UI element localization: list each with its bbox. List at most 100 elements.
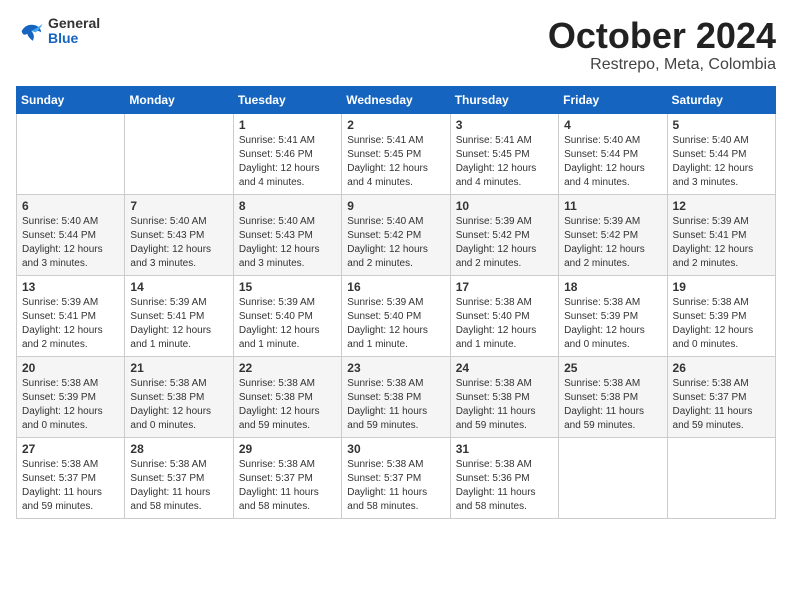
header-day-sunday: Sunday xyxy=(17,86,125,113)
day-number: 16 xyxy=(347,280,444,294)
day-content: Sunrise: 5:38 AM Sunset: 5:40 PM Dayligh… xyxy=(456,296,553,352)
day-content: Sunrise: 5:39 AM Sunset: 5:41 PM Dayligh… xyxy=(673,215,770,271)
day-number: 22 xyxy=(239,361,336,375)
calendar-cell: 13Sunrise: 5:39 AM Sunset: 5:41 PM Dayli… xyxy=(17,275,125,356)
day-number: 19 xyxy=(673,280,770,294)
day-content: Sunrise: 5:38 AM Sunset: 5:37 PM Dayligh… xyxy=(22,458,119,514)
day-number: 1 xyxy=(239,118,336,132)
day-number: 26 xyxy=(673,361,770,375)
calendar-cell: 23 Sunrise: 5:38 AM Sunset: 5:38 PM Dayli… xyxy=(342,356,450,437)
day-number: 7 xyxy=(130,199,227,213)
day-number: 21 xyxy=(130,361,227,375)
calendar-cell: 3 Sunrise: 5:41 AM Sunset: 5:45 PM Daylig… xyxy=(450,113,558,194)
day-content: Sunrise: 5:40 AM Sunset: 5:44 PM Dayligh… xyxy=(673,134,770,190)
day-number: 24 xyxy=(456,361,553,375)
day-content: Sunrise: 5:38 AM Sunset: 5:37 PM Dayligh… xyxy=(239,458,336,514)
day-content: Sunrise: 5:40 AM Sunset: 5:43 PM Dayligh… xyxy=(239,215,336,271)
calendar-cell: 19 Sunrise: 5:38 AM Sunset: 5:39 PM Dayli… xyxy=(667,275,775,356)
calendar-cell: 15 Sunrise: 5:39 AM Sunset: 5:40 PM Dayli… xyxy=(233,275,341,356)
calendar-cell: 4Sunrise: 5:40 AM Sunset: 5:44 PM Daylig… xyxy=(559,113,667,194)
calendar-cell: 1 Sunrise: 5:41 AM Sunset: 5:46 PM Daylig… xyxy=(233,113,341,194)
header-row: SundayMondayTuesdayWednesdayThursdayFrid… xyxy=(17,86,776,113)
day-content: Sunrise: 5:38 AM Sunset: 5:39 PM Dayligh… xyxy=(22,377,119,433)
calendar-cell: 7 Sunrise: 5:40 AM Sunset: 5:43 PM Daylig… xyxy=(125,194,233,275)
header-day-monday: Monday xyxy=(125,86,233,113)
calendar-cell: 12 Sunrise: 5:39 AM Sunset: 5:41 PM Dayli… xyxy=(667,194,775,275)
day-content: Sunrise: 5:38 AM Sunset: 5:38 PM Dayligh… xyxy=(239,377,336,433)
calendar-cell xyxy=(667,437,775,518)
day-content: Sunrise: 5:38 AM Sunset: 5:36 PM Dayligh… xyxy=(456,458,553,514)
calendar-cell: 5 Sunrise: 5:40 AM Sunset: 5:44 PM Daylig… xyxy=(667,113,775,194)
day-number: 23 xyxy=(347,361,444,375)
calendar-cell xyxy=(559,437,667,518)
week-row-1: 1 Sunrise: 5:41 AM Sunset: 5:46 PM Daylig… xyxy=(17,113,776,194)
day-number: 9 xyxy=(347,199,444,213)
day-content: Sunrise: 5:38 AM Sunset: 5:37 PM Dayligh… xyxy=(347,458,444,514)
day-number: 6 xyxy=(22,199,119,213)
header-day-tuesday: Tuesday xyxy=(233,86,341,113)
day-number: 8 xyxy=(239,199,336,213)
week-row-2: 6 Sunrise: 5:40 AM Sunset: 5:44 PM Daylig… xyxy=(17,194,776,275)
calendar-header: SundayMondayTuesdayWednesdayThursdayFrid… xyxy=(17,86,776,113)
day-content: Sunrise: 5:40 AM Sunset: 5:43 PM Dayligh… xyxy=(130,215,227,271)
calendar-cell: 17 Sunrise: 5:38 AM Sunset: 5:40 PM Dayli… xyxy=(450,275,558,356)
day-number: 13 xyxy=(22,280,119,294)
logo: General Blue xyxy=(16,16,100,47)
calendar-cell: 11 Sunrise: 5:39 AM Sunset: 5:42 PM Dayli… xyxy=(559,194,667,275)
day-content: Sunrise: 5:41 AM Sunset: 5:45 PM Dayligh… xyxy=(347,134,444,190)
calendar-cell xyxy=(125,113,233,194)
calendar-cell: 10 Sunrise: 5:39 AM Sunset: 5:42 PM Dayli… xyxy=(450,194,558,275)
calendar-cell: 22 Sunrise: 5:38 AM Sunset: 5:38 PM Dayli… xyxy=(233,356,341,437)
day-content: Sunrise: 5:39 AM Sunset: 5:41 PM Dayligh… xyxy=(130,296,227,352)
day-content: Sunrise: 5:39 AM Sunset: 5:40 PM Dayligh… xyxy=(239,296,336,352)
day-number: 10 xyxy=(456,199,553,213)
day-content: Sunrise: 5:39 AM Sunset: 5:42 PM Dayligh… xyxy=(456,215,553,271)
day-number: 27 xyxy=(22,442,119,456)
day-content: Sunrise: 5:38 AM Sunset: 5:38 PM Dayligh… xyxy=(456,377,553,433)
day-content: Sunrise: 5:39 AM Sunset: 5:42 PM Dayligh… xyxy=(564,215,661,271)
day-content: Sunrise: 5:41 AM Sunset: 5:45 PM Dayligh… xyxy=(456,134,553,190)
calendar-cell: 25Sunrise: 5:38 AM Sunset: 5:38 PM Dayli… xyxy=(559,356,667,437)
calendar-cell: 9Sunrise: 5:40 AM Sunset: 5:42 PM Daylig… xyxy=(342,194,450,275)
week-row-4: 20 Sunrise: 5:38 AM Sunset: 5:39 PM Dayli… xyxy=(17,356,776,437)
logo-general: General xyxy=(48,16,100,31)
header-day-wednesday: Wednesday xyxy=(342,86,450,113)
calendar-cell: 29 Sunrise: 5:38 AM Sunset: 5:37 PM Dayli… xyxy=(233,437,341,518)
calendar-body: 1 Sunrise: 5:41 AM Sunset: 5:46 PM Daylig… xyxy=(17,113,776,518)
location-subtitle: Restrepo, Meta, Colombia xyxy=(548,56,776,74)
day-content: Sunrise: 5:38 AM Sunset: 5:38 PM Dayligh… xyxy=(130,377,227,433)
calendar-cell: 8 Sunrise: 5:40 AM Sunset: 5:43 PM Daylig… xyxy=(233,194,341,275)
day-content: Sunrise: 5:38 AM Sunset: 5:38 PM Dayligh… xyxy=(347,377,444,433)
day-content: Sunrise: 5:41 AM Sunset: 5:46 PM Dayligh… xyxy=(239,134,336,190)
calendar-cell: 31 Sunrise: 5:38 AM Sunset: 5:36 PM Dayli… xyxy=(450,437,558,518)
day-number: 20 xyxy=(22,361,119,375)
calendar-table: SundayMondayTuesdayWednesdayThursdayFrid… xyxy=(16,86,776,519)
header-day-friday: Friday xyxy=(559,86,667,113)
day-number: 11 xyxy=(564,199,661,213)
day-content: Sunrise: 5:40 AM Sunset: 5:44 PM Dayligh… xyxy=(22,215,119,271)
calendar-cell: 30 Sunrise: 5:38 AM Sunset: 5:37 PM Dayli… xyxy=(342,437,450,518)
day-number: 15 xyxy=(239,280,336,294)
header-day-thursday: Thursday xyxy=(450,86,558,113)
day-content: Sunrise: 5:38 AM Sunset: 5:39 PM Dayligh… xyxy=(673,296,770,352)
calendar-cell: 28Sunrise: 5:38 AM Sunset: 5:37 PM Dayli… xyxy=(125,437,233,518)
day-content: Sunrise: 5:38 AM Sunset: 5:37 PM Dayligh… xyxy=(673,377,770,433)
month-title: October 2024 xyxy=(548,16,776,56)
calendar-cell: 2 Sunrise: 5:41 AM Sunset: 5:45 PM Daylig… xyxy=(342,113,450,194)
calendar-cell: 27 Sunrise: 5:38 AM Sunset: 5:37 PM Dayli… xyxy=(17,437,125,518)
day-number: 29 xyxy=(239,442,336,456)
calendar-cell: 18Sunrise: 5:38 AM Sunset: 5:39 PM Dayli… xyxy=(559,275,667,356)
day-number: 30 xyxy=(347,442,444,456)
day-content: Sunrise: 5:38 AM Sunset: 5:37 PM Dayligh… xyxy=(130,458,227,514)
calendar-cell: 21 Sunrise: 5:38 AM Sunset: 5:38 PM Dayli… xyxy=(125,356,233,437)
calendar-cell: 16 Sunrise: 5:39 AM Sunset: 5:40 PM Dayli… xyxy=(342,275,450,356)
title-block: October 2024 Restrepo, Meta, Colombia xyxy=(548,16,776,74)
day-number: 31 xyxy=(456,442,553,456)
day-content: Sunrise: 5:39 AM Sunset: 5:40 PM Dayligh… xyxy=(347,296,444,352)
day-number: 3 xyxy=(456,118,553,132)
day-number: 5 xyxy=(673,118,770,132)
calendar-cell: 14Sunrise: 5:39 AM Sunset: 5:41 PM Dayli… xyxy=(125,275,233,356)
day-number: 17 xyxy=(456,280,553,294)
day-number: 2 xyxy=(347,118,444,132)
day-number: 12 xyxy=(673,199,770,213)
